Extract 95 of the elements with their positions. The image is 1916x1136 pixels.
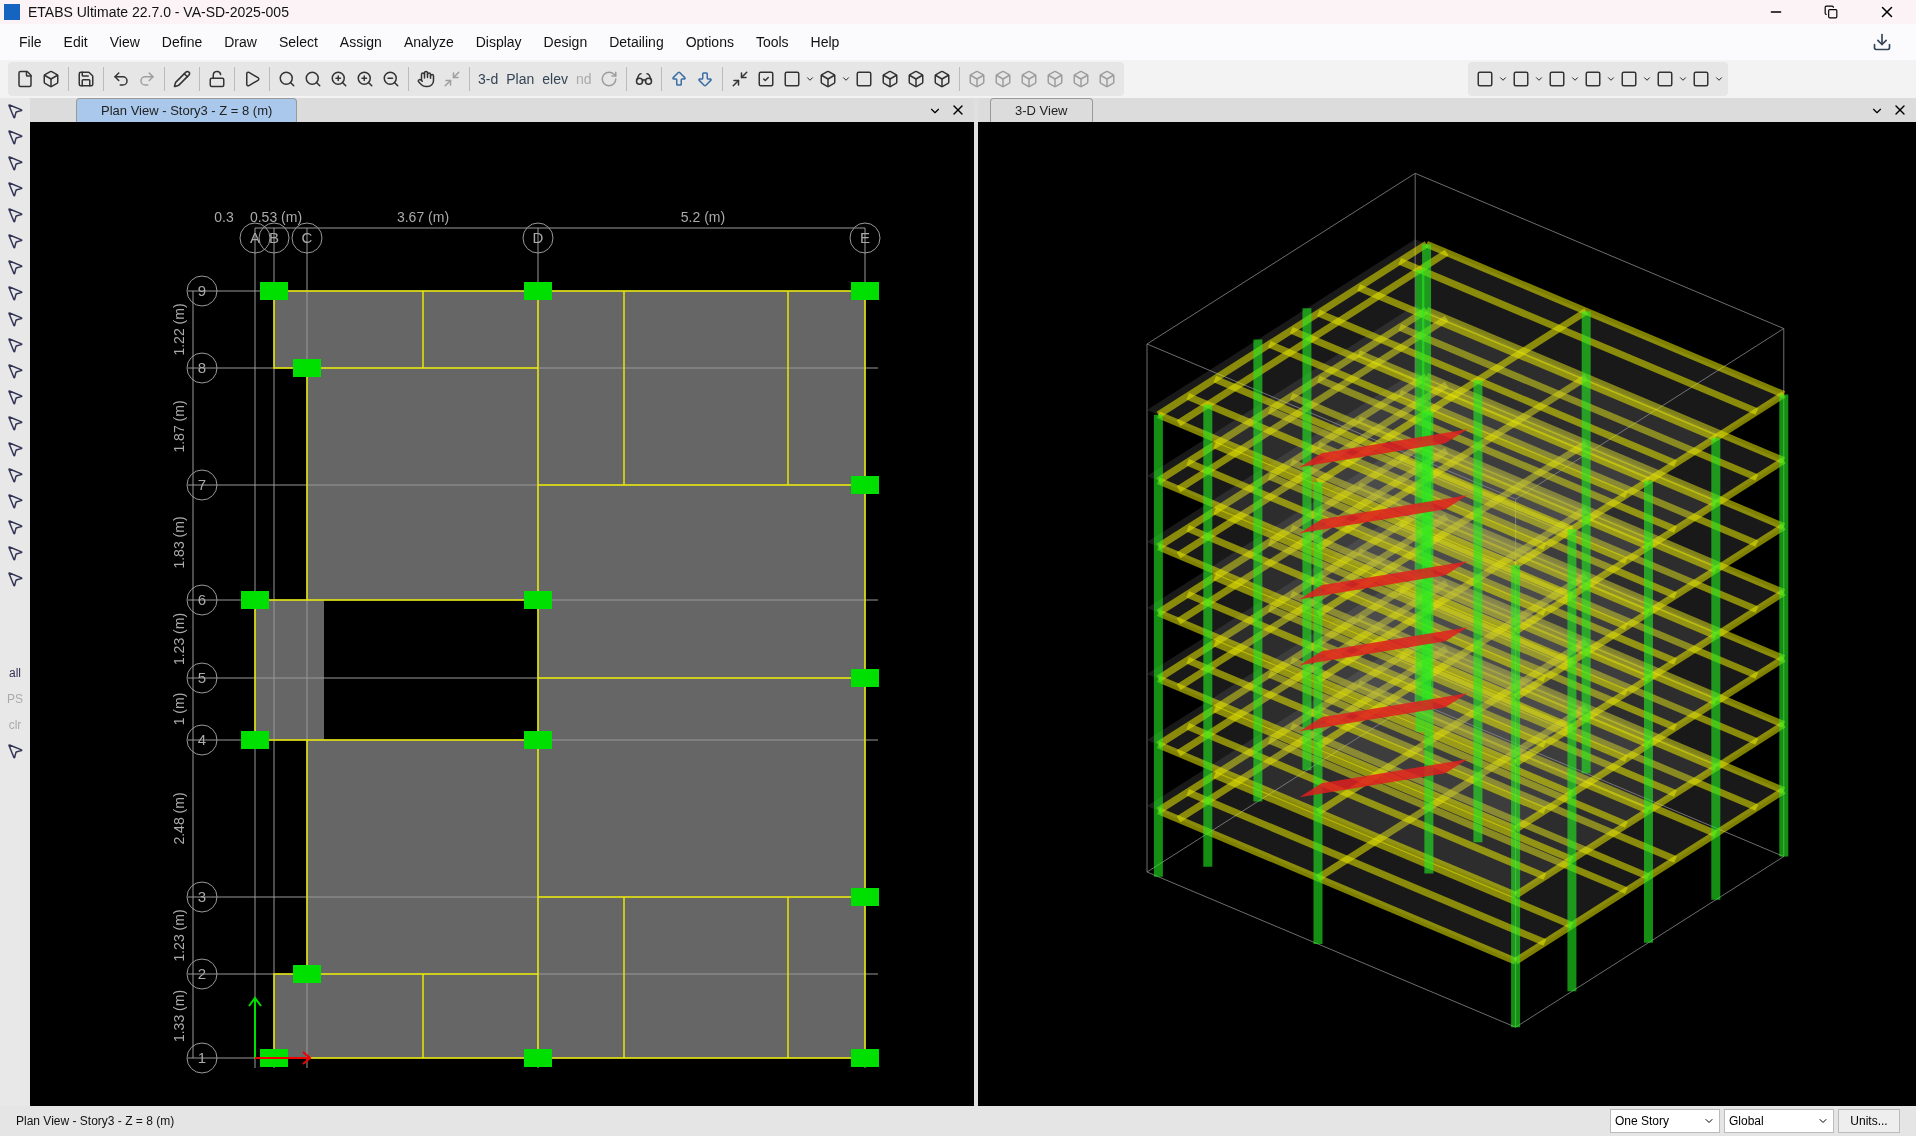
- grid-bubble: 8: [186, 352, 218, 384]
- caret-icon: [804, 74, 815, 84]
- grid-bubble: 9: [186, 275, 218, 307]
- menu-item[interactable]: Analyze: [392, 31, 465, 53]
- caret-icon: [1642, 74, 1652, 84]
- caret-icon: [1678, 74, 1688, 84]
- move-down-icon: [695, 70, 714, 88]
- dimension-label: 1.23 (m): [171, 612, 187, 666]
- zoom-previous-icon: [330, 70, 348, 88]
- menu-item[interactable]: File: [8, 31, 53, 53]
- undo-icon: [112, 70, 130, 88]
- axis-icon: [248, 996, 312, 1065]
- zoom-in-icon: [356, 70, 374, 88]
- check-icon: [756, 70, 775, 88]
- grid-bubble: D: [522, 222, 554, 254]
- grid-bubble: 7: [186, 469, 218, 501]
- column-marker: [524, 1049, 552, 1067]
- app-logo-icon: [4, 4, 20, 20]
- menu-item[interactable]: View: [98, 31, 151, 53]
- view-tab[interactable]: Plan View - Story3 - Z = 8 (m): [76, 98, 298, 122]
- save-icon: [77, 70, 95, 88]
- column-marker: [241, 731, 269, 749]
- caret-icon: [1606, 74, 1616, 84]
- grid-bubble: 5: [186, 662, 218, 694]
- glasses-icon: [634, 70, 653, 88]
- dimension-label: 1.33 (m): [171, 989, 187, 1043]
- column-marker: [851, 1049, 879, 1067]
- select-button[interactable]: all: [9, 664, 21, 682]
- dimension-label: 1.87 (m): [171, 400, 187, 453]
- run-icon: [243, 70, 261, 88]
- restore-icon[interactable]: [1824, 5, 1838, 19]
- grid-bubble: A: [239, 222, 271, 254]
- column-marker: [851, 476, 879, 494]
- menu-item[interactable]: Design: [532, 31, 599, 53]
- menu-item[interactable]: Draw: [213, 31, 268, 53]
- dimension-label: 1 (m): [171, 692, 187, 726]
- view-tab[interactable]: 3-D View: [990, 98, 1093, 122]
- grid-bubble: E: [849, 222, 881, 254]
- column-marker: [851, 669, 879, 687]
- pointer-tool-icon[interactable]: [6, 102, 24, 120]
- dimension-label: 1.83 (m): [171, 516, 187, 569]
- caret-icon: [1534, 74, 1544, 84]
- column-marker: [851, 282, 879, 300]
- dimension-label: 3.67 (m): [396, 209, 450, 225]
- pan-icon: [417, 70, 435, 88]
- view-button[interactable]: 3-d: [474, 66, 503, 92]
- shrink-icon: [730, 70, 749, 88]
- column-marker: [524, 282, 552, 300]
- zoom-window-icon: [278, 70, 296, 88]
- new-file-icon: [16, 70, 34, 88]
- menu-item[interactable]: Help: [799, 31, 851, 53]
- zoom-fit-icon: [304, 70, 322, 88]
- menu-item[interactable]: Assign: [328, 31, 393, 53]
- menu-item[interactable]: Options: [674, 31, 745, 53]
- grid-bubble: 4: [186, 724, 218, 756]
- menu-item[interactable]: Edit: [52, 31, 99, 53]
- view-button[interactable]: Plan: [502, 66, 539, 92]
- grid-bubble: 1: [186, 1042, 218, 1074]
- rotate-icon: [599, 70, 618, 88]
- column-marker: [260, 282, 288, 300]
- window-title: ETABS Ultimate 22.7.0 - VA-SD-2025-005: [28, 2, 289, 22]
- coordinate-dropdown[interactable]: Global: [1724, 1109, 1834, 1133]
- lock-icon: [208, 70, 226, 88]
- units-button[interactable]: Units...: [1838, 1109, 1900, 1133]
- grid-bubble: 2: [186, 958, 218, 990]
- caret-icon: [1498, 74, 1508, 84]
- caret-icon: [840, 74, 851, 84]
- move-up-icon: [669, 70, 688, 88]
- column-marker: [293, 359, 321, 377]
- dimension-label: 5.2 (m): [680, 209, 726, 225]
- column-marker: [851, 888, 879, 906]
- edit-icon: [173, 70, 191, 88]
- status-text: Plan View - Story3 - Z = 8 (m): [16, 1113, 175, 1130]
- grid-bubble: 6: [186, 584, 218, 616]
- column-marker: [241, 591, 269, 609]
- menu-item[interactable]: Detailing: [598, 31, 675, 53]
- dimension-label: 2.48 (m): [171, 792, 187, 845]
- menu-item[interactable]: Display: [464, 31, 533, 53]
- caret-icon: [1714, 74, 1724, 84]
- dimension-label: 1.22 (m): [171, 303, 187, 356]
- column-marker: [524, 731, 552, 749]
- menu-item[interactable]: Select: [267, 31, 329, 53]
- story-dropdown[interactable]: One Story: [1610, 1109, 1720, 1133]
- menu-item[interactable]: Tools: [744, 31, 800, 53]
- column-marker: [524, 591, 552, 609]
- caret-icon: [1570, 74, 1580, 84]
- dimension-label: 1.23 (m): [171, 909, 187, 962]
- grid-bubble: 3: [186, 881, 218, 913]
- dimension-label: 0.3: [214, 209, 234, 225]
- view-button[interactable]: elev: [538, 66, 572, 92]
- column-marker: [293, 965, 321, 983]
- menu-item[interactable]: Define: [150, 31, 214, 53]
- zoom-out-icon: [382, 70, 400, 88]
- download-icon[interactable]: [1872, 32, 1892, 52]
- redo-icon: [138, 70, 156, 88]
